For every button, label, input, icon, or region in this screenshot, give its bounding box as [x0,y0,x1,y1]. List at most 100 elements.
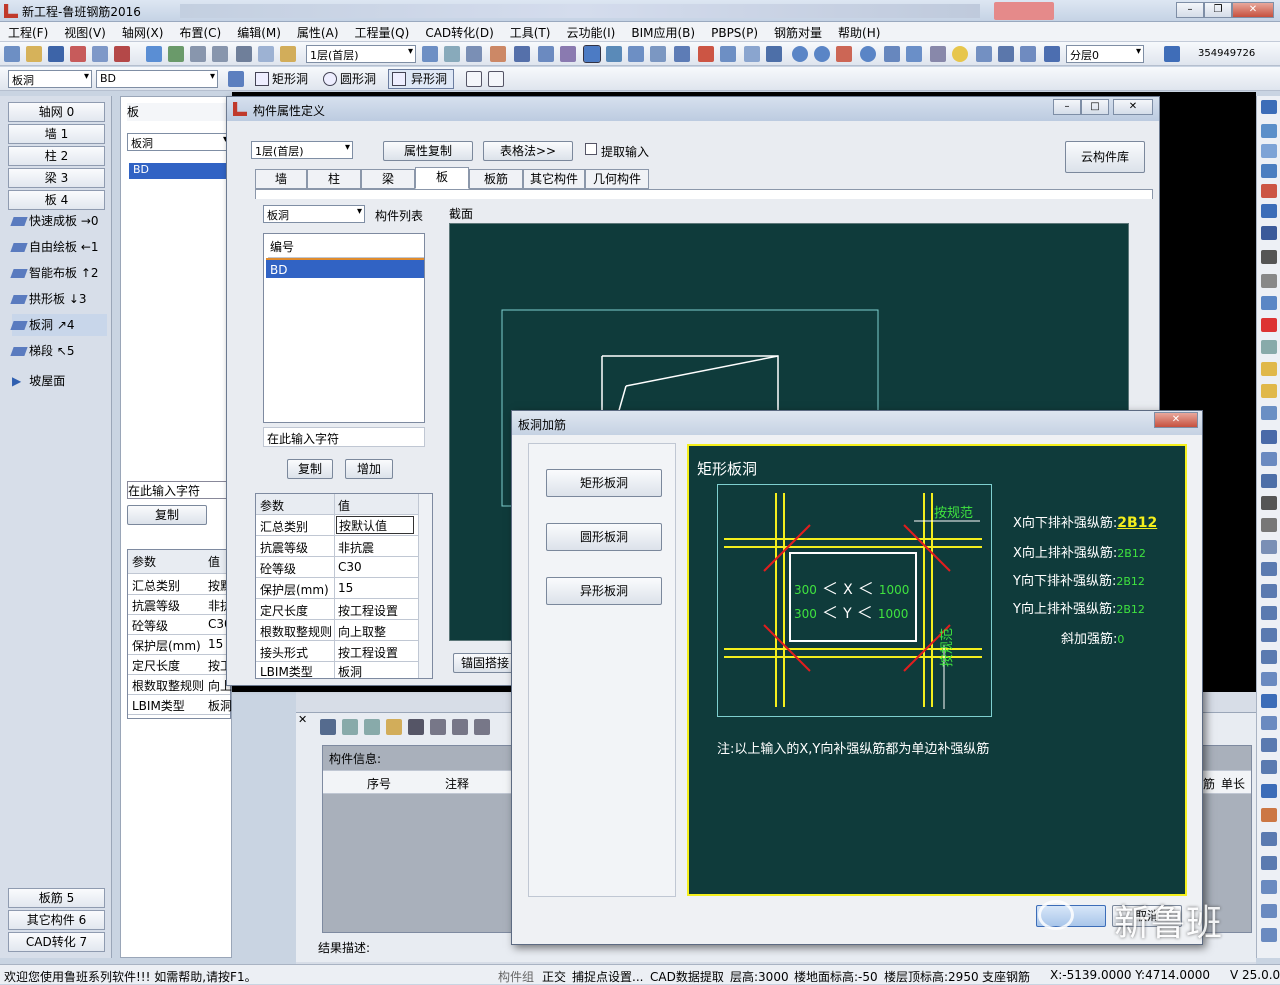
dialog-floor-select[interactable]: 1层(首层) [251,141,353,159]
dialog-copy-button[interactable]: 复制 [287,459,333,479]
slope-roof-item[interactable]: ▶ 坡屋面 [12,370,107,392]
panel-toggle-icon[interactable] [228,71,244,87]
status-support[interactable]: 支座钢筋 [982,968,1030,985]
tab-slab-rebar[interactable]: 板筋 [469,169,523,189]
delete-row-icon[interactable] [408,719,424,735]
grid-icon[interactable] [930,46,946,62]
layer-select[interactable]: 分层0 [1066,45,1144,63]
find-icon[interactable] [976,46,992,62]
nav-wall-button[interactable]: 墙 1 [8,124,105,144]
component-type-select[interactable]: 板洞 [8,70,92,88]
edit-row-icon[interactable] [474,719,490,735]
alert-icon[interactable] [1261,318,1277,332]
move-icon[interactable] [1261,474,1277,488]
tool-icon[interactable] [1261,904,1277,918]
tool-icon[interactable] [1261,184,1277,198]
copy-attr-button[interactable]: 属性复制 [383,141,473,161]
dialog2-close-button[interactable]: ✕ [1154,412,1198,428]
tool-icon[interactable] [1261,452,1277,466]
glasses-icon[interactable] [1261,274,1277,288]
tab-column[interactable]: 柱 [307,169,361,189]
tool-icon[interactable] [1261,124,1277,138]
dialog-close-button[interactable]: ✕ [1113,99,1153,115]
dialog-minimize-button[interactable]: – [1053,99,1081,115]
undo-icon[interactable] [190,46,206,62]
free-slab-item[interactable]: 自由绘板 ←1 [10,236,107,258]
check-icon[interactable] [114,46,130,62]
tool-icon[interactable] [1261,144,1277,158]
dialog-search-input[interactable]: 在此输入字符 [263,427,425,447]
paste-icon[interactable] [280,46,296,62]
save-as-icon[interactable] [70,46,86,62]
line-icon[interactable] [466,71,482,87]
zoom-window-icon[interactable] [860,46,876,62]
floor-tool-icon[interactable] [422,46,438,62]
param-value[interactable]: 按工程设置 [338,644,398,661]
table2-icon[interactable] [1020,46,1036,62]
panel-type-select[interactable]: 板洞 [127,133,231,151]
arc-icon[interactable] [744,46,760,62]
y-up-value[interactable]: 2B12 [1116,603,1145,616]
x-up-value[interactable]: 2B12 [1117,547,1146,560]
special-hole-button[interactable]: 异形板洞 [546,577,662,605]
zoom-in-icon[interactable] [792,46,808,62]
menu-item[interactable]: 视图(V) [56,22,114,41]
zoom-out-icon[interactable] [814,46,830,62]
menu-item[interactable]: 轴网(X) [114,22,172,41]
copy-icon[interactable] [258,46,274,62]
move-icon[interactable] [766,46,782,62]
rotate-icon[interactable] [1261,496,1277,510]
floor-select[interactable]: 1层(首层) [306,45,416,63]
lock-icon[interactable] [1261,362,1277,376]
select-icon[interactable] [583,45,601,63]
status-group[interactable]: 构件组 [498,968,534,985]
x-down-value[interactable]: 2B12 [1117,515,1157,531]
tool-icon[interactable] [1261,584,1277,598]
clip-icon[interactable] [386,719,402,735]
status-snap[interactable]: 捕捉点设置... [572,968,643,985]
slab-hole-item[interactable]: 板洞 ↗4 [10,314,107,336]
up-icon[interactable] [430,719,446,735]
tool-icon[interactable] [1261,784,1277,798]
tab-slab[interactable]: 板 [415,167,469,189]
list-item-bd[interactable]: BD [266,258,424,278]
mirror-icon[interactable] [1261,518,1277,532]
draw-icon[interactable] [320,719,336,735]
param-value[interactable]: 板洞 [338,663,362,680]
brush2-icon[interactable] [560,46,576,62]
tool-icon[interactable] [1261,540,1277,554]
tool-icon[interactable] [1261,880,1277,894]
panel-search-field[interactable]: 板 [127,103,227,121]
nav-slab-button[interactable]: 板 4 [8,190,105,210]
component-name-select[interactable]: BD [96,70,218,88]
mark-icon[interactable] [698,46,714,62]
table-icon[interactable] [146,46,162,62]
binoculars-icon[interactable] [1261,250,1277,264]
close-pane-icon[interactable]: ✕ [298,713,307,726]
menu-item[interactable]: 工程(F) [0,22,56,41]
down-icon[interactable] [452,719,468,735]
layer-toggle-icon[interactable] [1044,46,1060,62]
rect-hole-button[interactable]: 矩形板洞 [546,469,662,497]
diag-value[interactable]: 0 [1117,633,1124,646]
grid-scrollbar[interactable] [418,494,432,678]
tool-icon[interactable] [1261,694,1277,708]
new-file-icon[interactable] [4,46,20,62]
pen-icon[interactable] [538,46,554,62]
tool-icon[interactable] [1261,832,1277,846]
delete-x-icon[interactable] [514,46,530,62]
cloud-e-icon[interactable] [1164,46,1180,62]
tool-icon[interactable] [1261,606,1277,620]
menu-item[interactable]: 钢筋对量 [766,22,830,41]
close-button[interactable]: ✕ [1232,2,1274,18]
nav-other-button[interactable]: 其它构件 6 [8,910,105,930]
arc-line-icon[interactable] [488,71,504,87]
circle-hole-button[interactable]: 圆形板洞 [546,523,662,551]
anchor-lap-button[interactable]: 锚固搭接 [453,653,517,673]
quick-slab-item[interactable]: 快速成板 →0 [10,210,107,232]
tool-icon[interactable] [1261,650,1277,664]
smart-slab-item[interactable]: 智能布板 ↑2 [10,262,107,284]
menu-item[interactable]: CAD转化(D) [417,22,501,41]
panel-copy-button[interactable]: 复制 [127,505,207,525]
tool-icon[interactable] [1261,760,1277,774]
